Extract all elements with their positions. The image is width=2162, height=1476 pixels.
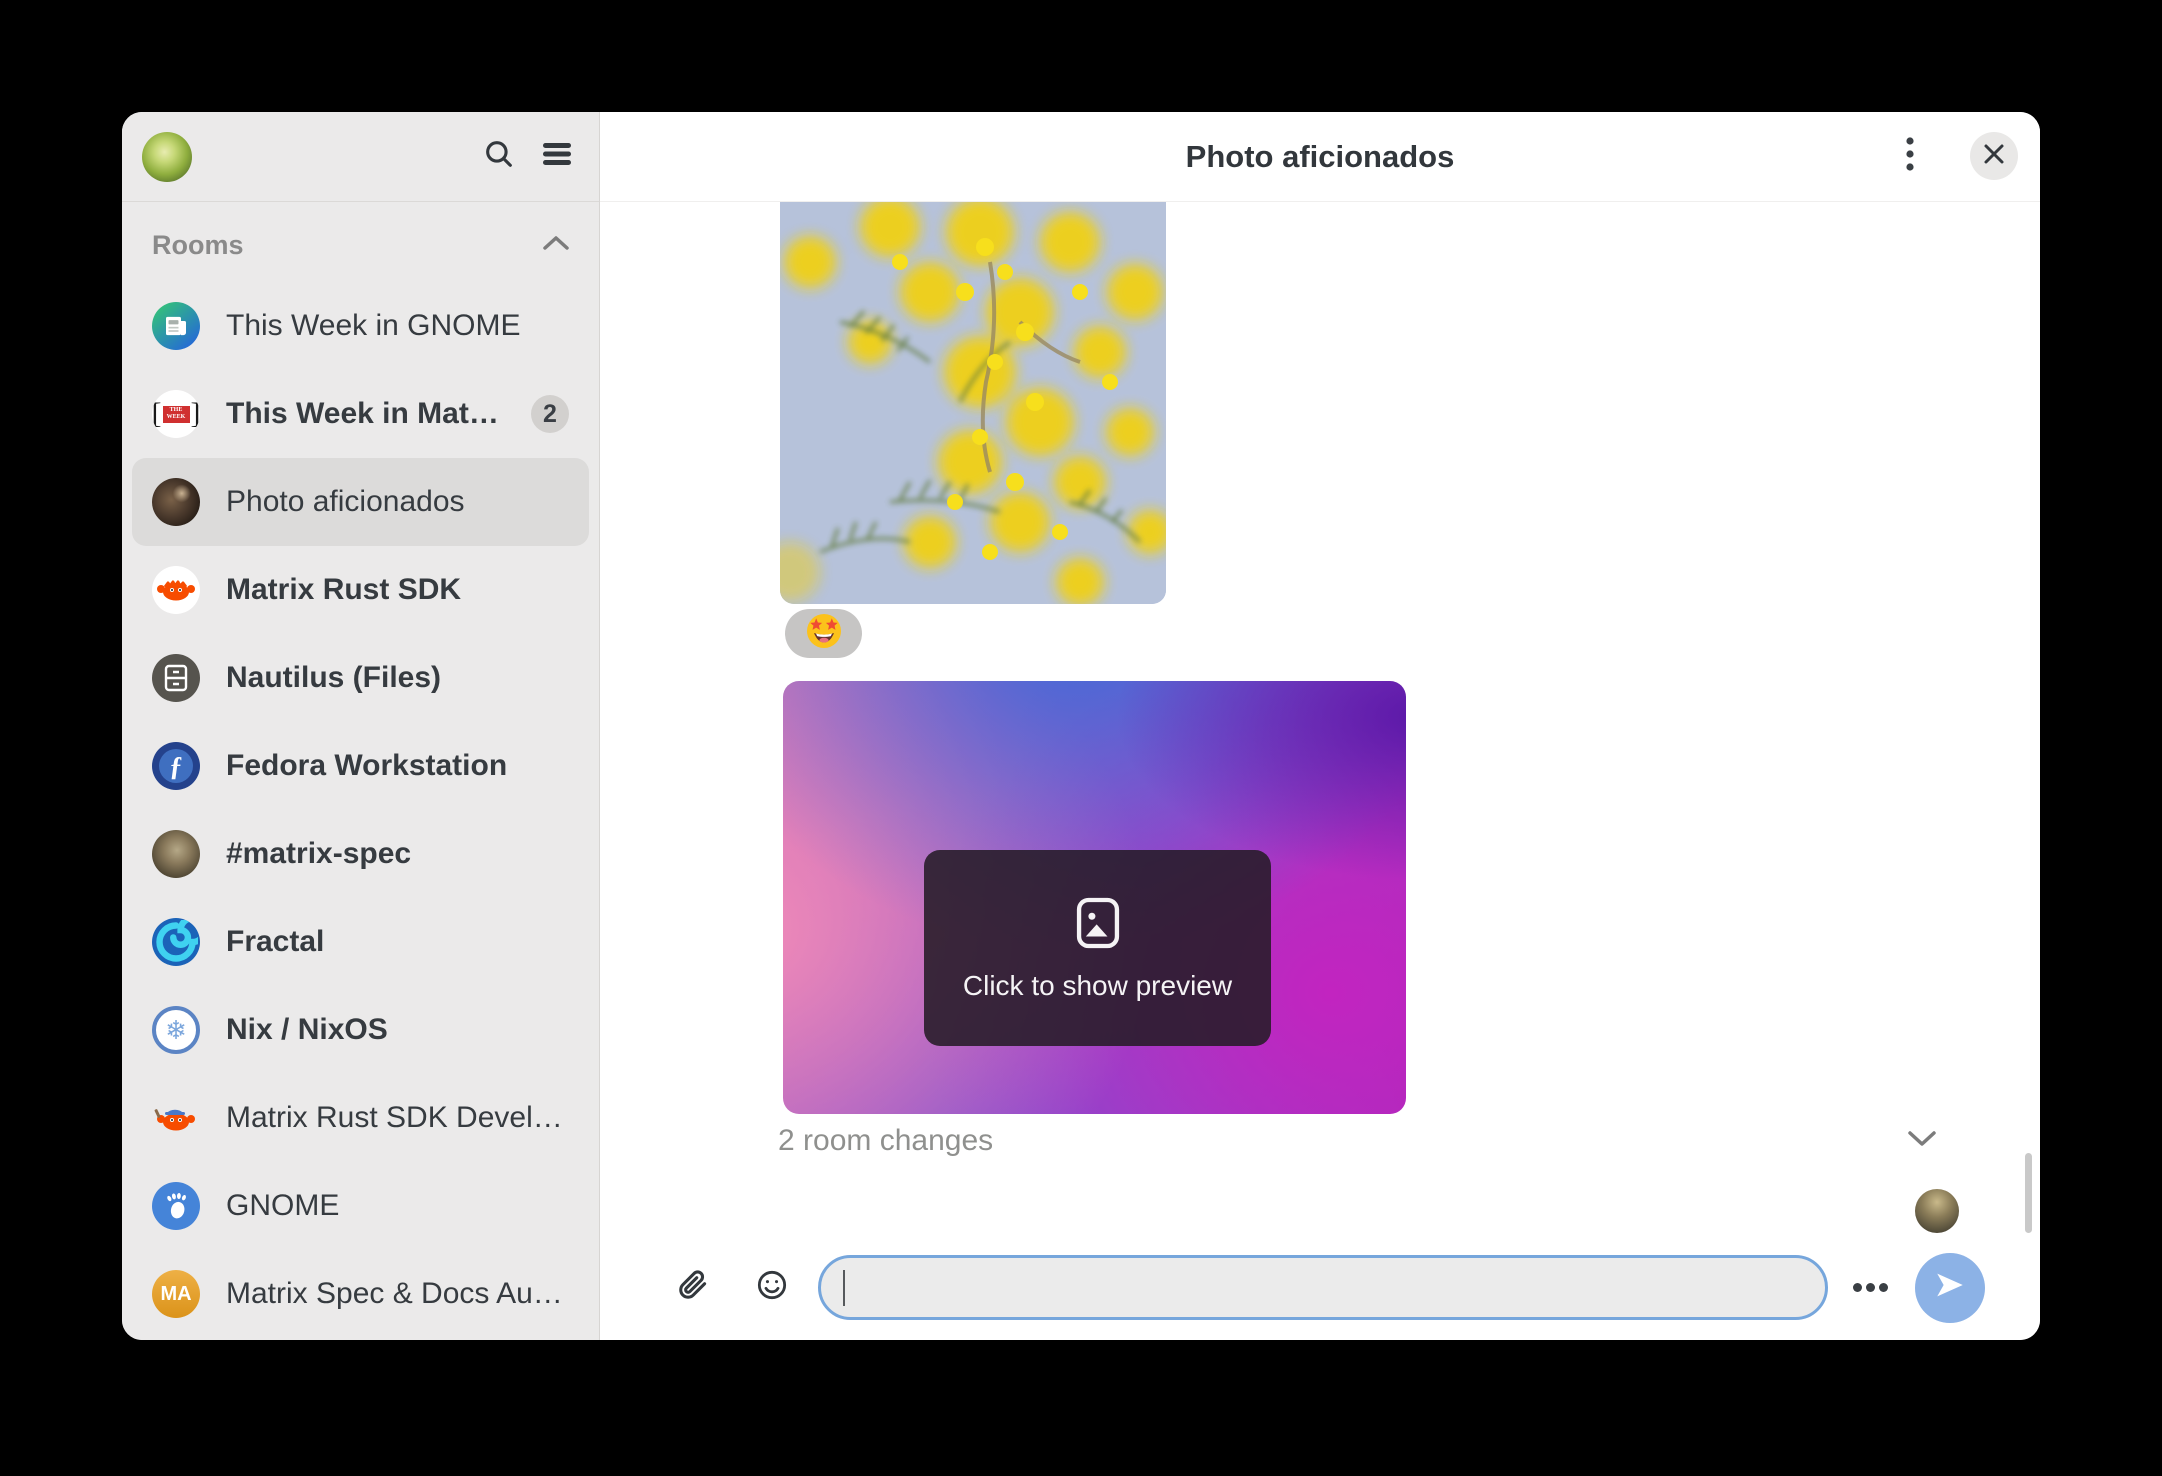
timeline-scrollbar[interactable] [2025, 1153, 2032, 1233]
desktop-background: Rooms [0, 0, 2162, 1476]
main-menu-button[interactable] [535, 135, 579, 179]
sidebar-item-matrix-spec-docs[interactable]: MA Matrix Spec & Docs Au… [132, 1250, 589, 1338]
gnome-foot-icon [152, 1182, 200, 1230]
room-name: This Week in GNOME [226, 309, 569, 343]
sidebar-item-matrix-rust-sdk[interactable]: Matrix Rust SDK [132, 546, 589, 634]
kebab-menu-icon [1906, 136, 1914, 177]
room-list: This Week in GNOME [ THE WEEK ] This Wee… [122, 268, 599, 1338]
image-icon [1075, 895, 1121, 956]
room-name: This Week in Mat… [226, 397, 519, 431]
room-name: Matrix Rust SDK [226, 573, 569, 607]
sidebar-item-nautilus[interactable]: Nautilus (Files) [132, 634, 589, 722]
room-name: Fractal [226, 925, 569, 959]
collapse-rooms-button[interactable] [543, 235, 569, 256]
rooms-section-label: Rooms [152, 230, 543, 261]
room-name: Nautilus (Files) [226, 661, 569, 695]
room-name: Matrix Rust SDK Devel… [226, 1101, 569, 1135]
room-name: Fedora Workstation [226, 749, 569, 783]
attach-file-button[interactable] [674, 1270, 710, 1306]
search-icon [482, 137, 516, 176]
file-cabinet-icon [152, 654, 200, 702]
reaction-star-struck[interactable] [785, 609, 862, 658]
nix-snowflake-icon: ❄ [152, 1006, 200, 1054]
rooms-section-header: Rooms [152, 228, 569, 262]
fractal-app-window: Rooms [122, 112, 2040, 1340]
hidden-image-preview[interactable]: Click to show preview [783, 681, 1406, 1114]
room-menu-button[interactable] [1888, 134, 1932, 178]
room-changes-row[interactable]: 2 room changes [778, 1124, 993, 1158]
sidebar-item-matrix-rust-sdk-devel[interactable]: Matrix Rust SDK Devel… [132, 1074, 589, 1162]
message-timeline: Click to show preview 2 room changes [600, 202, 2040, 1241]
search-button[interactable] [477, 135, 521, 179]
ferris-crab-cap-icon [152, 1094, 200, 1142]
message-input-field[interactable] [845, 1271, 1803, 1305]
close-icon [1983, 143, 2005, 170]
vintage-camera-avatar [152, 478, 200, 526]
chat-header: Photo aficionados [600, 112, 2040, 202]
room-name: GNOME [226, 1189, 569, 1223]
sidebar-item-photo-aficionados[interactable]: Photo aficionados [132, 458, 589, 546]
close-window-button[interactable] [1970, 132, 2018, 180]
unread-count-badge: 2 [531, 395, 569, 433]
twig-newspaper-icon [152, 302, 200, 350]
sidebar-item-fractal[interactable]: Fractal [132, 898, 589, 986]
send-plane-icon [1933, 1268, 1967, 1307]
room-title: Photo aficionados [1186, 139, 1455, 175]
chevron-down-icon [1908, 1130, 1936, 1152]
preview-label: Click to show preview [963, 970, 1232, 1002]
room-name: Matrix Spec & Docs Au… [226, 1277, 569, 1311]
sidebar-item-this-week-in-matrix[interactable]: [ THE WEEK ] This Week in Mat… 2 [132, 370, 589, 458]
sidebar-item-nix-nixos[interactable]: ❄ Nix / NixOS [132, 986, 589, 1074]
message-input[interactable] [818, 1255, 1828, 1320]
the-week-logo-icon: [ THE WEEK ] [152, 390, 200, 438]
hamburger-icon [542, 141, 572, 172]
sidebar-header [122, 112, 599, 202]
star-struck-emoji-icon [806, 613, 842, 654]
read-receipt-avatar [1915, 1189, 1959, 1233]
show-preview-button[interactable]: Click to show preview [924, 850, 1271, 1046]
paperclip-icon [676, 1269, 708, 1306]
send-message-button[interactable] [1915, 1253, 1985, 1323]
ma-monogram-avatar: MA [152, 1270, 200, 1318]
emoji-picker-button[interactable] [754, 1270, 790, 1306]
sidebar-item-matrix-spec[interactable]: #matrix-spec [132, 810, 589, 898]
room-name: Photo aficionados [226, 485, 569, 519]
fedora-logo-icon: ƒ [152, 742, 200, 790]
the-week-badge: THE WEEK [163, 406, 190, 423]
sidebar: Rooms [122, 112, 600, 1340]
person-photo-avatar [152, 830, 200, 878]
sidebar-item-gnome[interactable]: GNOME [132, 1162, 589, 1250]
more-options-button[interactable] [1852, 1270, 1888, 1306]
room-name: Nix / NixOS [226, 1013, 569, 1047]
smiley-icon [756, 1269, 788, 1306]
ferris-crab-icon [152, 566, 200, 614]
sidebar-item-fedora-workstation[interactable]: ƒ Fedora Workstation [132, 722, 589, 810]
chat-pane: Photo aficionados [600, 112, 2040, 1340]
sidebar-item-this-week-in-gnome[interactable]: This Week in GNOME [132, 282, 589, 370]
expand-room-changes-button[interactable] [1904, 1126, 1940, 1156]
message-image-mimosa[interactable] [780, 202, 1166, 604]
user-avatar[interactable] [142, 132, 192, 182]
fractal-swirl-icon [152, 918, 200, 966]
message-composer [600, 1241, 2040, 1340]
room-name: #matrix-spec [226, 837, 569, 871]
